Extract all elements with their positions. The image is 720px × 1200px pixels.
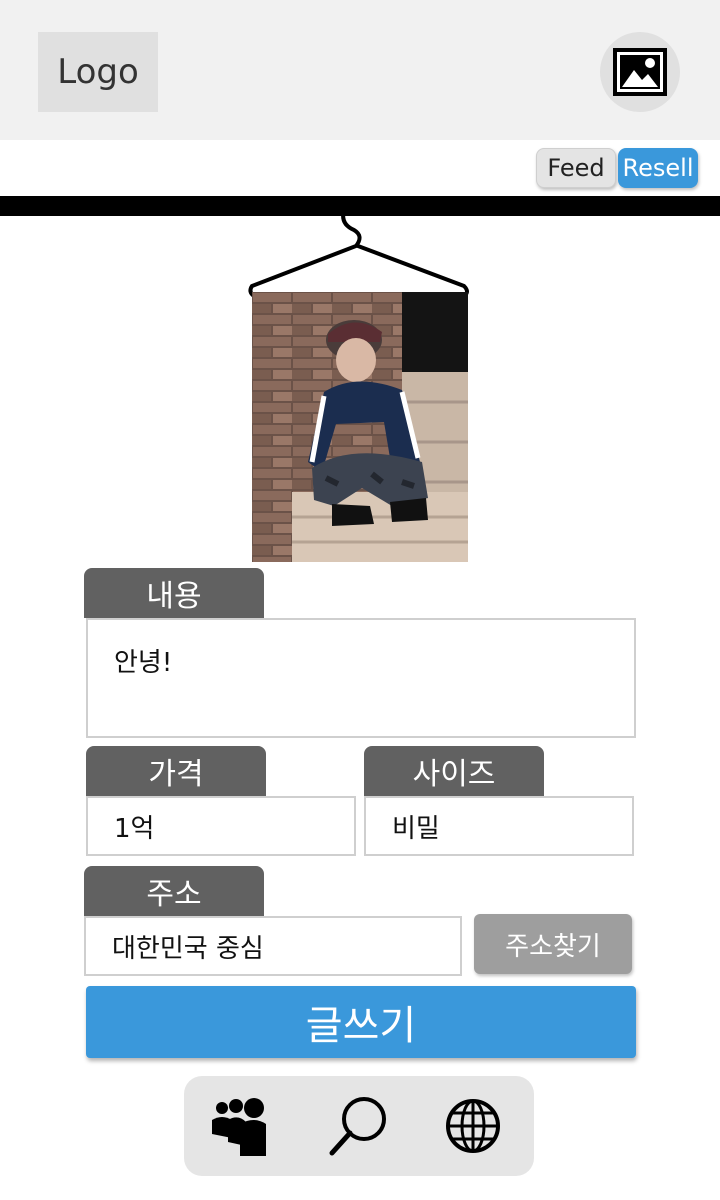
hanger-icon — [248, 208, 469, 298]
users-icon — [212, 1098, 266, 1156]
address-label: 주소 — [84, 866, 264, 916]
header: Logo — [0, 0, 720, 140]
write-post-button[interactable]: 글쓰기 — [86, 986, 636, 1058]
price-label: 가격 — [86, 746, 266, 796]
content-input[interactable]: 안녕! — [86, 618, 636, 738]
image-icon — [613, 48, 667, 96]
nav-community-button[interactable] — [208, 1094, 272, 1158]
content-label: 내용 — [84, 568, 264, 618]
address-search-button[interactable]: 주소찾기 — [474, 914, 632, 974]
product-photo[interactable] — [252, 292, 468, 562]
profile-image-button[interactable] — [600, 32, 680, 112]
search-icon — [329, 1097, 386, 1156]
nav-search-button[interactable] — [327, 1094, 391, 1158]
price-input[interactable]: 1억 — [86, 796, 356, 856]
size-label: 사이즈 — [364, 746, 544, 796]
product-photo-image — [252, 292, 468, 562]
resell-toggle-button[interactable]: Resell — [618, 148, 698, 188]
logo[interactable]: Logo — [38, 32, 158, 112]
size-input[interactable]: 비밀 — [364, 796, 634, 856]
address-input[interactable]: 대한민국 중심 — [84, 916, 462, 976]
nav-globe-button[interactable] — [441, 1094, 505, 1158]
globe-icon — [446, 1099, 500, 1153]
bottom-nav — [184, 1076, 534, 1176]
feed-toggle-button[interactable]: Feed — [536, 148, 616, 188]
